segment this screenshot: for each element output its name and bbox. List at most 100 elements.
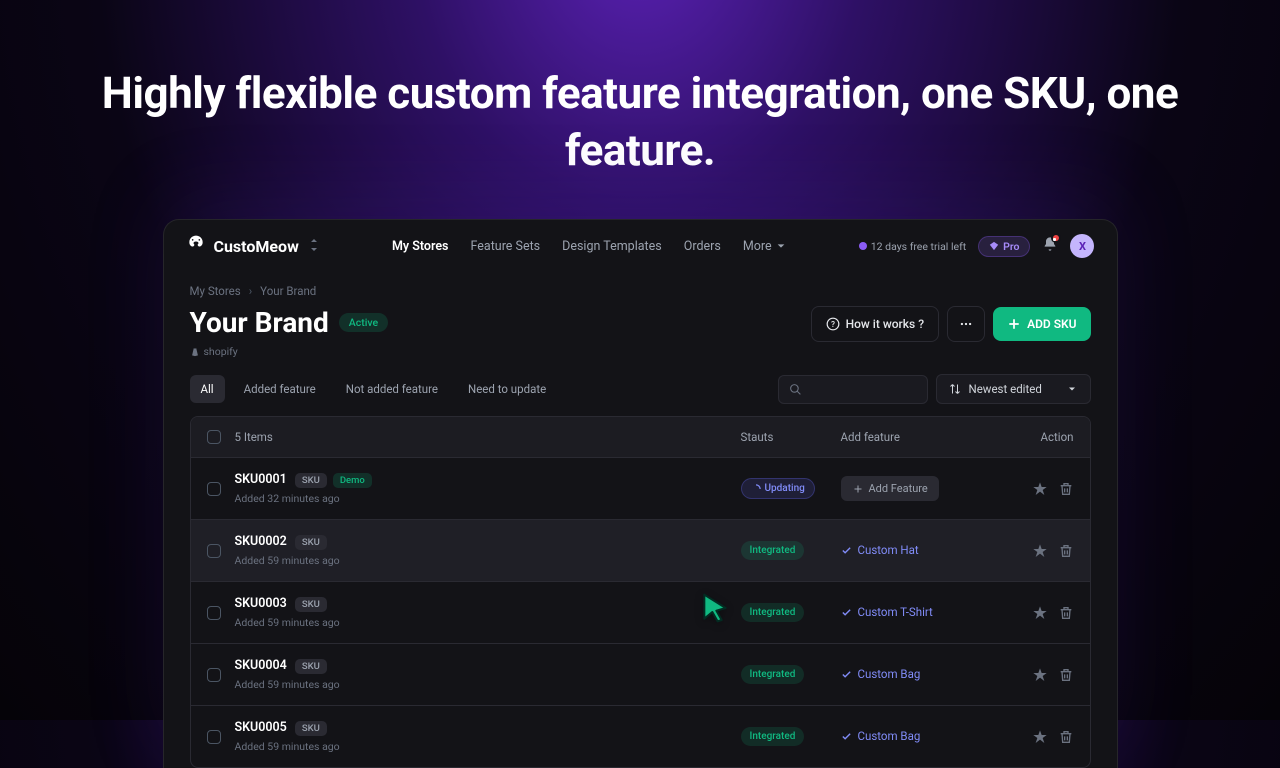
feature-link[interactable]: Custom Bag — [841, 729, 921, 743]
page-head: Your Brand Active shopify ? How it works… — [190, 306, 1091, 358]
trash-icon[interactable] — [1058, 543, 1074, 559]
how-it-works-label: How it works ? — [846, 317, 924, 331]
trash-icon[interactable] — [1058, 729, 1074, 745]
check-icon — [841, 669, 852, 680]
nav-design-templates[interactable]: Design Templates — [562, 239, 662, 254]
nav-more[interactable]: More — [743, 239, 786, 254]
breadcrumb: My Stores › Your Brand — [190, 284, 1091, 298]
chevron-right-icon: › — [249, 284, 252, 298]
plus-icon — [852, 483, 864, 495]
column-status: Stauts — [741, 430, 841, 444]
filter-row: All Added feature Not added feature Need… — [190, 374, 1091, 404]
page-actions: ? How it works ? ADD SKU — [811, 306, 1091, 342]
sort-icon — [949, 383, 961, 395]
sku-name: SKU0002 — [235, 534, 287, 549]
tab-not-added-feature[interactable]: Not added feature — [335, 375, 449, 403]
how-it-works-button[interactable]: ? How it works ? — [811, 306, 939, 342]
trash-icon[interactable] — [1058, 481, 1074, 497]
row-checkbox[interactable] — [207, 482, 221, 496]
content: My Stores › Your Brand Your Brand Active… — [164, 272, 1117, 768]
tag: SKU — [295, 721, 327, 736]
trash-icon[interactable] — [1058, 605, 1074, 621]
status-badge: Active — [339, 313, 388, 332]
tag: SKU — [295, 597, 327, 612]
add-sku-button[interactable]: ADD SKU — [993, 307, 1090, 341]
main-nav: My Stores Feature Sets Design Templates … — [392, 239, 786, 254]
notification-dot-icon — [1051, 233, 1061, 243]
select-all-checkbox[interactable] — [207, 430, 221, 444]
row-actions — [1016, 605, 1074, 621]
breadcrumb-root[interactable]: My Stores — [190, 284, 241, 298]
add-feature-button[interactable]: Add Feature — [841, 476, 939, 501]
nav-more-label: More — [743, 239, 772, 254]
trial-dot-icon — [859, 242, 867, 250]
status-pill: Updating — [741, 478, 815, 499]
status-pill: Integrated — [741, 665, 805, 684]
svg-text:?: ? — [831, 319, 835, 329]
star-icon[interactable] — [1032, 729, 1048, 745]
star-icon[interactable] — [1032, 605, 1048, 621]
tab-all[interactable]: All — [190, 375, 225, 403]
table-row[interactable]: SKU0003SKU Added 59 minutes ago Integrat… — [191, 581, 1090, 643]
trash-icon[interactable] — [1058, 667, 1074, 683]
platform-text: shopify — [204, 345, 238, 358]
feature-link[interactable]: Custom T-Shirt — [841, 605, 933, 619]
nav-orders[interactable]: Orders — [684, 239, 721, 254]
pro-badge[interactable]: Pro — [978, 236, 1030, 257]
column-feature: Add feature — [841, 430, 1016, 444]
platform-label: shopify — [190, 345, 389, 358]
brand-switcher-icon[interactable] — [309, 239, 319, 254]
check-icon — [841, 607, 852, 618]
column-count: 5 Items — [235, 430, 741, 444]
search-input[interactable] — [778, 375, 928, 404]
add-sku-label: ADD SKU — [1027, 317, 1076, 331]
row-checkbox[interactable] — [207, 668, 221, 682]
tag: SKU — [295, 535, 327, 550]
row-checkbox[interactable] — [207, 606, 221, 620]
sku-name: SKU0005 — [235, 720, 287, 735]
check-icon — [841, 731, 852, 742]
help-icon: ? — [826, 317, 840, 331]
sku-name: SKU0003 — [235, 596, 287, 611]
row-checkbox[interactable] — [207, 730, 221, 744]
star-icon[interactable] — [1032, 667, 1048, 683]
sort-select[interactable]: Newest edited — [936, 374, 1091, 404]
topbar: CustoMeow My Stores Feature Sets Design … — [164, 220, 1117, 272]
table-row[interactable]: SKU0001SKUDemo Added 32 minutes ago Upda… — [191, 457, 1090, 519]
tab-added-feature[interactable]: Added feature — [233, 375, 327, 403]
tag: SKU — [295, 659, 327, 674]
avatar[interactable]: X — [1070, 234, 1094, 258]
page-title: Your Brand — [190, 306, 329, 339]
timestamp: Added 32 minutes ago — [235, 492, 741, 505]
feature-link[interactable]: Custom Bag — [841, 667, 921, 681]
tag: SKU — [295, 473, 327, 488]
table-header: 5 Items Stauts Add feature Action — [191, 417, 1090, 457]
star-icon[interactable] — [1032, 543, 1048, 559]
column-action: Action — [1016, 430, 1074, 444]
notifications-button[interactable] — [1042, 236, 1058, 256]
timestamp: Added 59 minutes ago — [235, 740, 741, 753]
row-checkbox[interactable] — [207, 544, 221, 558]
more-actions-button[interactable] — [947, 306, 985, 342]
table-row[interactable]: SKU0004 SKU Added 59 minutes ago Integrat… — [191, 643, 1090, 705]
spinner-icon — [751, 484, 761, 494]
status-pill: Integrated — [741, 541, 805, 560]
chevron-down-icon — [776, 241, 786, 251]
search-icon — [789, 383, 802, 396]
nav-feature-sets[interactable]: Feature Sets — [471, 239, 541, 254]
tab-need-to-update[interactable]: Need to update — [457, 375, 557, 403]
feature-link[interactable]: Custom Hat — [841, 543, 919, 557]
plus-icon — [1007, 317, 1021, 331]
tag: Demo — [333, 473, 372, 488]
nav-my-stores[interactable]: My Stores — [392, 239, 449, 254]
row-actions — [1016, 667, 1074, 683]
table-row[interactable]: SKU0005SKU Added 59 minutes ago Integrat… — [191, 705, 1090, 767]
timestamp: Added 59 minutes ago — [235, 678, 741, 691]
table-row[interactable]: SKU0002SKU Added 59 minutes ago Integrat… — [191, 519, 1090, 581]
diamond-icon — [989, 241, 999, 251]
trial-label: 12 days free trial left — [871, 240, 966, 253]
pro-label: Pro — [1003, 240, 1019, 253]
sku-name: SKU0004 — [235, 658, 287, 673]
star-icon[interactable] — [1032, 481, 1048, 497]
brand[interactable]: CustoMeow — [186, 234, 319, 258]
